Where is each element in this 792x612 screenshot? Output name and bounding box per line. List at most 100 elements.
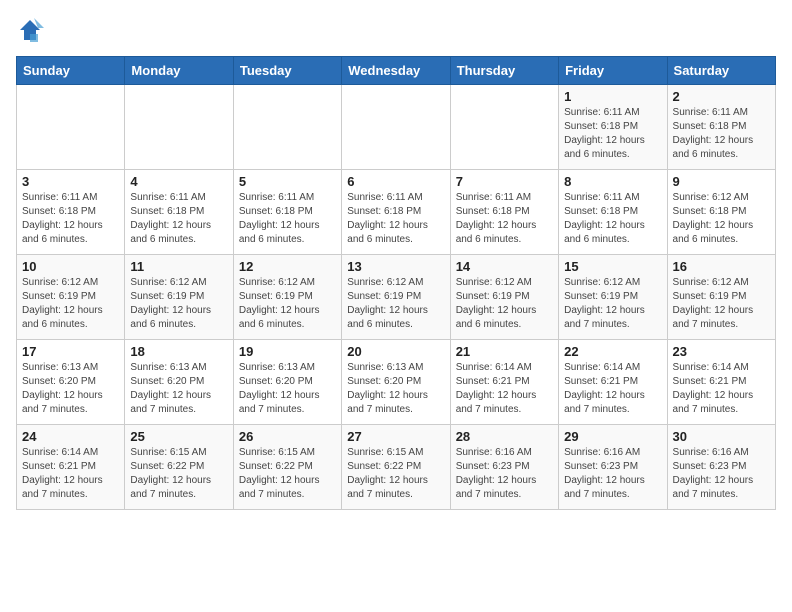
- day-cell: 23 Sunrise: 6:14 AM Sunset: 6:21 PM Dayli…: [667, 340, 775, 425]
- day-number: 27: [347, 429, 444, 444]
- day-number: 17: [22, 344, 119, 359]
- day-cell: 30 Sunrise: 6:16 AM Sunset: 6:23 PM Dayli…: [667, 425, 775, 510]
- column-header-sunday: Sunday: [17, 57, 125, 85]
- day-number: 9: [673, 174, 770, 189]
- day-cell: 4Sunrise: 6:11 AM Sunset: 6:18 PM Daylig…: [125, 170, 233, 255]
- column-header-thursday: Thursday: [450, 57, 558, 85]
- day-number: 6: [347, 174, 444, 189]
- day-info: Sunrise: 6:12 AM Sunset: 6:19 PM Dayligh…: [22, 276, 119, 332]
- day-info: Sunrise: 6:16 AM Sunset: 6:23 PM Dayligh…: [456, 446, 553, 502]
- day-cell: 17 Sunrise: 6:13 AM Sunset: 6:20 PM Dayli…: [17, 340, 125, 425]
- day-cell: 29 Sunrise: 6:16 AM Sunset: 6:23 PM Dayli…: [559, 425, 667, 510]
- day-info: Sunrise: 6:12 AM Sunset: 6:19 PM Dayligh…: [673, 276, 770, 332]
- column-header-friday: Friday: [559, 57, 667, 85]
- day-number: 22: [564, 344, 661, 359]
- day-info: Sunrise: 6:11 AM Sunset: 6:18 PM Dayligh…: [456, 191, 553, 247]
- calendar-body: 1Sunrise: 6:11 AM Sunset: 6:18 PM Daylig…: [17, 85, 776, 510]
- day-info: Sunrise: 6:14 AM Sunset: 6:21 PM Dayligh…: [22, 446, 119, 502]
- day-cell: 11Sunrise: 6:12 AM Sunset: 6:19 PM Dayli…: [125, 255, 233, 340]
- day-number: 16: [673, 259, 770, 274]
- day-cell: 20 Sunrise: 6:13 AM Sunset: 6:20 PM Dayli…: [342, 340, 450, 425]
- day-cell: 16 Sunrise: 6:12 AM Sunset: 6:19 PM Dayli…: [667, 255, 775, 340]
- day-cell: 5 Sunrise: 6:11 AM Sunset: 6:18 PM Daylig…: [233, 170, 341, 255]
- day-info: Sunrise: 6:15 AM Sunset: 6:22 PM Dayligh…: [239, 446, 336, 502]
- day-info: Sunrise: 6:11 AM Sunset: 6:18 PM Dayligh…: [564, 106, 661, 162]
- day-cell: [342, 85, 450, 170]
- day-number: 8: [564, 174, 661, 189]
- day-info: Sunrise: 6:11 AM Sunset: 6:18 PM Dayligh…: [130, 191, 227, 247]
- day-info: Sunrise: 6:11 AM Sunset: 6:18 PM Dayligh…: [673, 106, 770, 162]
- day-info: Sunrise: 6:14 AM Sunset: 6:21 PM Dayligh…: [456, 361, 553, 417]
- day-number: 18: [130, 344, 227, 359]
- logo: [16, 16, 48, 44]
- column-header-saturday: Saturday: [667, 57, 775, 85]
- day-number: 25: [130, 429, 227, 444]
- day-number: 28: [456, 429, 553, 444]
- day-cell: 9 Sunrise: 6:12 AM Sunset: 6:18 PM Daylig…: [667, 170, 775, 255]
- day-number: 14: [456, 259, 553, 274]
- week-row-4: 17 Sunrise: 6:13 AM Sunset: 6:20 PM Dayli…: [17, 340, 776, 425]
- day-number: 23: [673, 344, 770, 359]
- day-info: Sunrise: 6:12 AM Sunset: 6:19 PM Dayligh…: [130, 276, 227, 332]
- day-cell: [233, 85, 341, 170]
- day-cell: 12Sunrise: 6:12 AM Sunset: 6:19 PM Dayli…: [233, 255, 341, 340]
- day-number: 30: [673, 429, 770, 444]
- day-cell: [125, 85, 233, 170]
- day-number: 3: [22, 174, 119, 189]
- day-info: Sunrise: 6:15 AM Sunset: 6:22 PM Dayligh…: [347, 446, 444, 502]
- day-info: Sunrise: 6:11 AM Sunset: 6:18 PM Dayligh…: [22, 191, 119, 247]
- day-cell: 26 Sunrise: 6:15 AM Sunset: 6:22 PM Dayli…: [233, 425, 341, 510]
- column-header-wednesday: Wednesday: [342, 57, 450, 85]
- day-number: 13: [347, 259, 444, 274]
- day-cell: 6 Sunrise: 6:11 AM Sunset: 6:18 PM Daylig…: [342, 170, 450, 255]
- day-cell: 1Sunrise: 6:11 AM Sunset: 6:18 PM Daylig…: [559, 85, 667, 170]
- day-info: Sunrise: 6:11 AM Sunset: 6:18 PM Dayligh…: [239, 191, 336, 247]
- day-cell: [17, 85, 125, 170]
- day-number: 7: [456, 174, 553, 189]
- day-info: Sunrise: 6:12 AM Sunset: 6:18 PM Dayligh…: [673, 191, 770, 247]
- day-cell: 18 Sunrise: 6:13 AM Sunset: 6:20 PM Dayli…: [125, 340, 233, 425]
- day-cell: 21 Sunrise: 6:14 AM Sunset: 6:21 PM Dayli…: [450, 340, 558, 425]
- calendar-table: SundayMondayTuesdayWednesdayThursdayFrid…: [16, 56, 776, 510]
- day-number: 5: [239, 174, 336, 189]
- header: [16, 16, 776, 44]
- day-info: Sunrise: 6:12 AM Sunset: 6:19 PM Dayligh…: [564, 276, 661, 332]
- day-cell: 27 Sunrise: 6:15 AM Sunset: 6:22 PM Dayli…: [342, 425, 450, 510]
- day-cell: 19 Sunrise: 6:13 AM Sunset: 6:20 PM Dayli…: [233, 340, 341, 425]
- day-info: Sunrise: 6:13 AM Sunset: 6:20 PM Dayligh…: [130, 361, 227, 417]
- day-number: 19: [239, 344, 336, 359]
- day-cell: 25 Sunrise: 6:15 AM Sunset: 6:22 PM Dayli…: [125, 425, 233, 510]
- day-info: Sunrise: 6:14 AM Sunset: 6:21 PM Dayligh…: [673, 361, 770, 417]
- day-info: Sunrise: 6:15 AM Sunset: 6:22 PM Dayligh…: [130, 446, 227, 502]
- day-number: 21: [456, 344, 553, 359]
- day-info: Sunrise: 6:13 AM Sunset: 6:20 PM Dayligh…: [22, 361, 119, 417]
- day-info: Sunrise: 6:13 AM Sunset: 6:20 PM Dayligh…: [239, 361, 336, 417]
- day-cell: 22 Sunrise: 6:14 AM Sunset: 6:21 PM Dayli…: [559, 340, 667, 425]
- week-row-3: 10 Sunrise: 6:12 AM Sunset: 6:19 PM Dayli…: [17, 255, 776, 340]
- week-row-2: 3 Sunrise: 6:11 AM Sunset: 6:18 PM Daylig…: [17, 170, 776, 255]
- day-number: 20: [347, 344, 444, 359]
- day-number: 10: [22, 259, 119, 274]
- day-cell: 14Sunrise: 6:12 AM Sunset: 6:19 PM Dayli…: [450, 255, 558, 340]
- day-number: 29: [564, 429, 661, 444]
- day-info: Sunrise: 6:16 AM Sunset: 6:23 PM Dayligh…: [673, 446, 770, 502]
- column-header-tuesday: Tuesday: [233, 57, 341, 85]
- day-cell: 13Sunrise: 6:12 AM Sunset: 6:19 PM Dayli…: [342, 255, 450, 340]
- day-number: 12: [239, 259, 336, 274]
- day-cell: 15 Sunrise: 6:12 AM Sunset: 6:19 PM Dayli…: [559, 255, 667, 340]
- day-info: Sunrise: 6:11 AM Sunset: 6:18 PM Dayligh…: [564, 191, 661, 247]
- logo-icon: [16, 16, 44, 44]
- week-row-1: 1Sunrise: 6:11 AM Sunset: 6:18 PM Daylig…: [17, 85, 776, 170]
- day-cell: 24Sunrise: 6:14 AM Sunset: 6:21 PM Dayli…: [17, 425, 125, 510]
- day-info: Sunrise: 6:11 AM Sunset: 6:18 PM Dayligh…: [347, 191, 444, 247]
- day-info: Sunrise: 6:16 AM Sunset: 6:23 PM Dayligh…: [564, 446, 661, 502]
- day-cell: 10 Sunrise: 6:12 AM Sunset: 6:19 PM Dayli…: [17, 255, 125, 340]
- day-number: 15: [564, 259, 661, 274]
- day-info: Sunrise: 6:14 AM Sunset: 6:21 PM Dayligh…: [564, 361, 661, 417]
- column-header-monday: Monday: [125, 57, 233, 85]
- calendar-header-row: SundayMondayTuesdayWednesdayThursdayFrid…: [17, 57, 776, 85]
- day-info: Sunrise: 6:13 AM Sunset: 6:20 PM Dayligh…: [347, 361, 444, 417]
- day-cell: [450, 85, 558, 170]
- week-row-5: 24Sunrise: 6:14 AM Sunset: 6:21 PM Dayli…: [17, 425, 776, 510]
- day-number: 26: [239, 429, 336, 444]
